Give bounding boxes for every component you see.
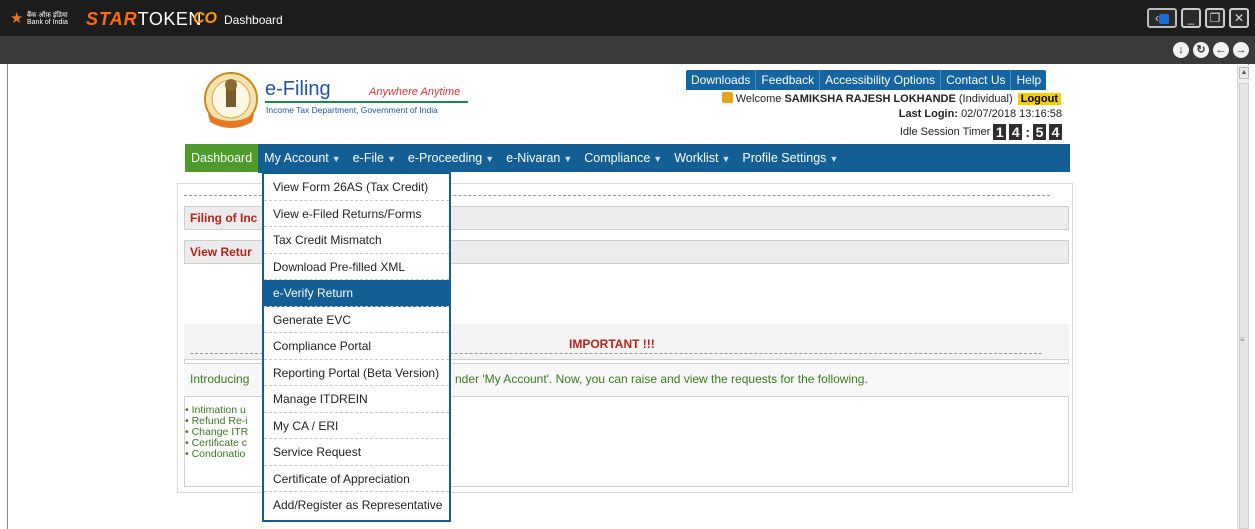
last-login: Last Login: 02/07/2018 13:16:58	[899, 108, 1062, 120]
timer-digit: 4	[1009, 124, 1023, 140]
bank-name: Bank of India	[27, 19, 68, 26]
nav-my-account[interactable]: My Account ▼	[258, 143, 347, 173]
help-link[interactable]: Help	[1011, 70, 1046, 90]
close-icon[interactable]: ✕	[1229, 8, 1249, 28]
downloads-link[interactable]: Downloads	[686, 70, 757, 90]
device-icon[interactable]: ‹	[1147, 8, 1177, 28]
list-item: Refund Re-i	[185, 416, 265, 427]
chevron-down-icon: ▼	[485, 153, 495, 164]
menu-item-certificate-of-appreciation[interactable]: Certificate of Appreciation	[264, 466, 449, 492]
nav-compliance[interactable]: Compliance ▼	[578, 144, 668, 173]
menu-item-service-request[interactable]: Service Request	[264, 439, 449, 466]
forward-icon[interactable]: →	[1233, 42, 1249, 58]
nav-worklist[interactable]: Worklist ▼	[668, 144, 736, 173]
window-controls: ‹ _ ❐ ✕	[1147, 8, 1249, 30]
last-login-value: 02/07/2018 13:16:58	[961, 108, 1062, 120]
menu-item-my-ca-eri[interactable]: My CA / ERI	[264, 413, 449, 439]
feedback-link[interactable]: Feedback	[756, 70, 821, 90]
menu-item-tax-credit-mismatch[interactable]: Tax Credit Mismatch	[264, 227, 449, 254]
star-token-logo: STARTOKEN	[86, 9, 202, 29]
download-icon[interactable]: ↓	[1173, 42, 1189, 58]
bank-name-hindi: बैंक ऑफ़ इंडिया	[27, 12, 68, 19]
menu-item-compliance-portal[interactable]: Compliance Portal	[264, 333, 449, 360]
intro-text-left: Introducing	[190, 372, 250, 386]
chevron-down-icon: ▼	[331, 153, 341, 164]
idle-session-timer: Idle Session Timer 1 4 : 5 4	[900, 124, 1062, 140]
timer-digit: 4	[1049, 124, 1062, 140]
user-type: (Individual)	[958, 93, 1013, 105]
request-list: Intimation u Refund Re-i Change ITR Cert…	[185, 405, 265, 460]
menu-item-download-prefilled-xml[interactable]: Download Pre-filled XML	[264, 254, 449, 280]
scroll-grip-icon: ≡	[1240, 335, 1245, 344]
timer-digit: 5	[1033, 124, 1046, 140]
list-item: Certificate c	[185, 438, 265, 449]
main-nav: Dashboard My Account ▼ e-File ▼ e-Proceedi…	[185, 143, 1070, 173]
user-icon	[721, 92, 733, 103]
top-links: Downloads Feedback Accessibility Options…	[686, 70, 1047, 90]
minimize-icon[interactable]: _	[1181, 8, 1201, 28]
intro-text-right: nder 'My Account'. Now, you can raise an…	[455, 372, 868, 386]
brand-star-text: STAR	[86, 9, 138, 29]
list-item: Condonatio	[185, 449, 265, 460]
nav-profile-settings[interactable]: Profile Settings ▼	[736, 144, 844, 173]
chevron-down-icon: ▼	[563, 153, 573, 164]
menu-item-e-verify-return[interactable]: e-Verify Return	[264, 280, 449, 307]
menu-item-reporting-portal[interactable]: Reporting Portal (Beta Version)	[264, 360, 449, 386]
menu-item-generate-evc[interactable]: Generate EVC	[264, 307, 449, 333]
idle-timer-label: Idle Session Timer	[899, 126, 991, 138]
chevron-down-icon: ▼	[829, 153, 839, 164]
scroll-up-icon[interactable]: ▲	[1239, 67, 1249, 79]
window-title: Dashboard	[224, 13, 283, 27]
timer-digit: 1	[993, 124, 1007, 140]
scroll-thumb[interactable]	[1239, 83, 1249, 529]
nav-e-file[interactable]: e-File ▼	[347, 144, 402, 173]
timer-colon: :	[1025, 124, 1030, 140]
co-logo-icon: CO	[193, 10, 217, 27]
menu-item-add-register-representative[interactable]: Add/Register as Representative	[264, 492, 449, 519]
menu-item-view-efiled-returns[interactable]: View e-Filed Returns/Forms	[264, 201, 449, 227]
accessibility-link[interactable]: Accessibility Options	[820, 70, 942, 90]
bank-star-icon: ★	[10, 10, 24, 27]
title-underline	[265, 101, 468, 103]
welcome-prefix: Welcome	[735, 93, 782, 105]
logout-button[interactable]: Logout	[1017, 93, 1061, 105]
chevron-down-icon: ▼	[721, 153, 731, 164]
emblem-logo	[202, 70, 260, 136]
menu-item-manage-itdrein[interactable]: Manage ITDREIN	[264, 386, 449, 413]
nav-e-proceeding[interactable]: e-Proceeding ▼	[402, 144, 500, 173]
menu-item-view-form-26as[interactable]: View Form 26AS (Tax Credit)	[264, 174, 449, 201]
navigation-controls: ↓ ↻ ← →	[1173, 42, 1249, 58]
refresh-icon[interactable]: ↻	[1193, 42, 1209, 58]
vertical-scrollbar[interactable]: ▲ ≡	[1237, 65, 1249, 529]
chevron-down-icon: ▼	[386, 153, 396, 164]
restore-icon[interactable]: ❐	[1205, 8, 1225, 28]
user-name: SAMIKSHA RAJESH LOKHANDE	[784, 93, 956, 105]
site-title: e-Filing	[265, 78, 331, 100]
browser-toolbar: ↓ ↻ ← →	[0, 36, 1255, 64]
app-title-bar: ★ बैंक ऑफ़ इंडिया Bank of India STARTOKE…	[0, 0, 1255, 36]
important-title: IMPORTANT !!!	[569, 337, 655, 351]
list-item: Change ITR	[185, 427, 265, 438]
site-tagline: Anywhere Anytime	[369, 86, 461, 98]
site-subtitle: Income Tax Department, Government of Ind…	[266, 105, 438, 115]
last-login-label: Last Login:	[898, 108, 958, 120]
contact-link[interactable]: Contact Us	[941, 70, 1012, 90]
nav-e-nivaran[interactable]: e-Nivaran ▼	[500, 144, 578, 173]
back-icon[interactable]: ←	[1213, 42, 1229, 58]
list-item: Intimation u	[185, 405, 265, 416]
chevron-down-icon: ▼	[653, 153, 663, 164]
welcome-line: Welcome SAMIKSHA RAJESH LOKHANDE (Indivi…	[721, 92, 1061, 105]
my-account-dropdown: View Form 26AS (Tax Credit) View e-Filed…	[262, 172, 451, 522]
nav-dashboard[interactable]: Dashboard	[185, 144, 259, 172]
bank-of-india-logo: ★ बैंक ऑफ़ इंडिया Bank of India	[10, 11, 80, 27]
